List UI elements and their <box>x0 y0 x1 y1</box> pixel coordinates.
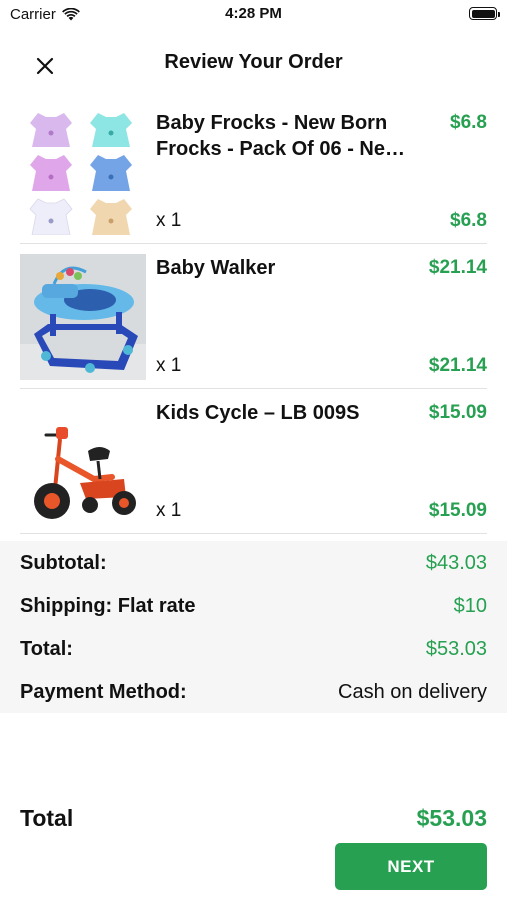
shipping-value: $10 <box>453 595 487 617</box>
item-quantity: x 1 <box>156 500 182 521</box>
baby-walker-image <box>20 254 146 380</box>
item-name: Baby Frocks - New Born Frocks - Pack Of … <box>156 112 401 160</box>
kids-cycle-image <box>20 399 146 525</box>
item-line-total: $6.8 <box>450 210 487 231</box>
status-bar: Carrier 4:28 PM <box>0 0 507 28</box>
grand-total-value: $53.03 <box>416 805 487 831</box>
item-line-total: $15.09 <box>428 500 487 521</box>
battery-icon <box>469 7 500 20</box>
total-row: Total: $53.03 <box>20 628 487 671</box>
payment-method-row: Payment Method: Cash on delivery <box>20 671 487 714</box>
item-quantity: x 1 <box>156 210 182 231</box>
item-quantity: x 1 <box>156 355 182 376</box>
item-line-total: $21.14 <box>428 355 487 376</box>
subtotal-row: Subtotal: $43.03 <box>20 542 487 585</box>
item-price: $21.14 <box>428 257 487 278</box>
item-price: $15.09 <box>428 402 487 423</box>
item-name: Baby Walker <box>156 257 276 279</box>
item-price: $6.8 <box>450 112 487 133</box>
order-item[interactable]: Baby Frocks - New Born Frocks - Pack Of … <box>20 99 487 244</box>
shipping-row: Shipping: Flat rate $10 <box>20 585 487 628</box>
status-time: 4:28 PM <box>225 5 282 22</box>
total-value: $53.03 <box>425 638 487 660</box>
payment-method-label: Payment Method: <box>20 681 187 703</box>
grand-total-label: Total <box>20 805 74 831</box>
header: Review Your Order <box>0 40 507 86</box>
item-name: Kids Cycle – LB 009S <box>156 402 360 424</box>
page-title: Review Your Order <box>164 51 343 73</box>
order-item[interactable]: Kids Cycle – LB 009S $15.09 x 1 $15.09 <box>20 389 487 534</box>
shipping-label: Shipping: Flat rate <box>20 595 196 617</box>
payment-method-value: Cash on delivery <box>338 681 487 703</box>
subtotal-label: Subtotal: <box>20 552 107 574</box>
order-summary: Subtotal: $43.03 Shipping: Flat rate $10… <box>0 541 507 713</box>
subtotal-value: $43.03 <box>425 552 487 574</box>
order-item[interactable]: Baby Walker $21.14 x 1 $21.14 <box>20 244 487 389</box>
order-items-list: Baby Frocks - New Born Frocks - Pack Of … <box>20 99 487 534</box>
total-label: Total: <box>20 638 73 660</box>
next-button[interactable]: NEXT <box>335 843 487 890</box>
baby-frocks-image <box>20 109 146 235</box>
